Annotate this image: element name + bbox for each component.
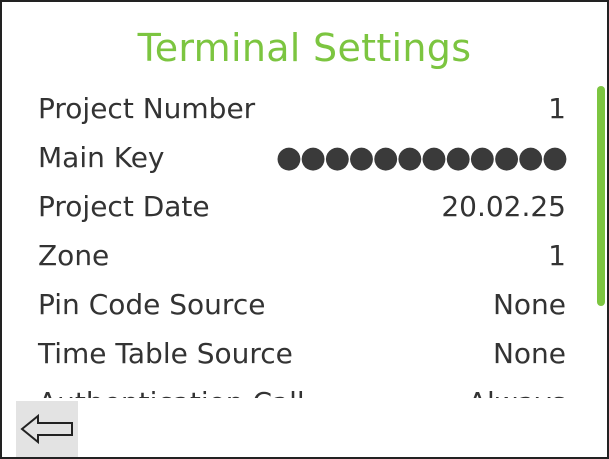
setting-label: Authentication Call xyxy=(38,378,305,398)
setting-label: Pin Code Source xyxy=(38,288,266,321)
setting-label: Project Number xyxy=(38,92,256,125)
settings-row-authentication-call[interactable]: Authentication Call Always xyxy=(38,378,566,398)
setting-value: None xyxy=(492,288,566,321)
setting-value: Always xyxy=(468,378,566,398)
settings-row-project-date[interactable]: Project Date 20.02.25 xyxy=(38,182,566,231)
setting-label: Project Date xyxy=(38,190,210,223)
settings-row-pin-code-source[interactable]: Pin Code Source None xyxy=(38,280,566,329)
settings-row-main-key[interactable]: Main Key ●●●●●●●●●●●● xyxy=(38,133,568,182)
back-button[interactable] xyxy=(16,401,78,457)
setting-value: 20.02.25 xyxy=(441,190,566,223)
page-title: Terminal Settings xyxy=(137,26,472,70)
setting-label: Main Key xyxy=(38,141,165,174)
setting-label: Time Table Source xyxy=(38,337,293,370)
setting-value: None xyxy=(492,337,566,370)
masked-key-value: ●●●●●●●●●●●● xyxy=(275,140,568,175)
setting-label: Zone xyxy=(38,239,110,272)
setting-value: 1 xyxy=(548,239,566,272)
settings-list[interactable]: Project Number 1 Main Key ●●●●●●●●●●●● P… xyxy=(2,80,582,398)
terminal-settings-screen: Terminal Settings Project Number 1 Main … xyxy=(0,0,609,459)
setting-value: 1 xyxy=(548,92,566,125)
settings-row-time-table-source[interactable]: Time Table Source None xyxy=(38,329,566,378)
settings-row-zone[interactable]: Zone 1 xyxy=(38,231,566,280)
settings-row-project-number[interactable]: Project Number 1 xyxy=(38,84,566,133)
scrollbar-thumb[interactable] xyxy=(597,86,605,306)
